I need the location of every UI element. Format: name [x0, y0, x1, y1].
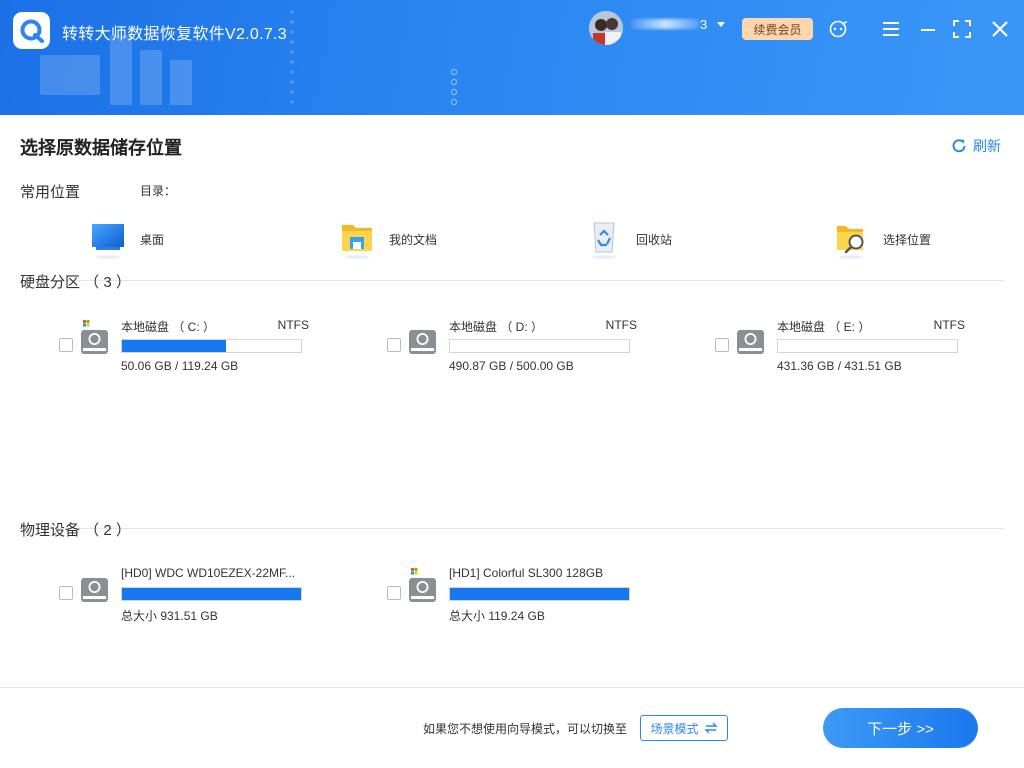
quick-location-recycle-bin[interactable]: 回收站 — [586, 218, 672, 260]
partition-size: 50.06 GB / 119.24 GB — [121, 359, 239, 373]
page-title: 选择原数据储存位置 — [20, 138, 182, 158]
app-title: 转转大师数据恢复软件V2.0.7.3 — [62, 26, 288, 43]
partition-usage-bar — [121, 339, 302, 353]
title-bar: 转转大师数据恢复软件V2.0.7.3 3 续费会员 — [0, 0, 1024, 115]
device-name: [HD1] Colorful SL300 128GB — [449, 566, 604, 580]
quick-location-label: 我的文档 — [389, 232, 438, 247]
partition-item[interactable]: 本地磁盘 （ C: ） NTFS 50.06 GB / 119.24 GB — [59, 318, 309, 378]
partition-filesystem: NTFS — [277, 318, 309, 332]
documents-folder-icon — [339, 218, 375, 260]
username-masked — [630, 19, 700, 29]
quick-location-documents[interactable]: 我的文档 — [339, 218, 437, 260]
partition-checkbox[interactable] — [59, 338, 73, 352]
avatar-image — [589, 11, 623, 45]
partitions-title: 硬盘分区 （ 3 ） — [20, 274, 131, 291]
refresh-icon — [952, 139, 966, 153]
device-size: 总大小 931.51 GB — [121, 609, 218, 623]
customer-service-icon[interactable] — [829, 20, 847, 38]
hard-disk-icon — [737, 330, 764, 354]
partition-name: 本地磁盘 （ C: ） — [121, 320, 216, 334]
menu-icon[interactable] — [882, 20, 900, 38]
device-usage-fill — [122, 588, 301, 600]
footer-divider — [0, 687, 1024, 688]
divider — [20, 528, 1004, 529]
device-size: 总大小 119.24 GB — [449, 609, 545, 623]
device-checkbox[interactable] — [387, 586, 401, 600]
partition-checkbox[interactable] — [715, 338, 729, 352]
physical-device-item[interactable]: [HD1] Colorful SL300 128GB 总大小 119.24 GB — [387, 566, 637, 626]
app-logo — [13, 12, 50, 49]
next-step-button[interactable]: 下一步 >> — [823, 708, 978, 748]
device-usage-bar — [449, 587, 630, 601]
renew-vip-button[interactable]: 续费会员 — [742, 18, 813, 40]
hard-disk-icon — [81, 578, 108, 602]
device-checkbox[interactable] — [59, 586, 73, 600]
footer-hint: 如果您不想使用向导模式，可以切换至 — [423, 722, 628, 736]
close-icon[interactable] — [991, 20, 1009, 38]
physical-device-item[interactable]: [HD0] WDC WD10EZEX-22MF... 总大小 931.51 GB — [59, 566, 309, 626]
quick-location-label: 选择位置 — [883, 232, 932, 247]
hard-disk-icon — [409, 568, 436, 602]
directory-label: 目录： — [140, 184, 177, 198]
common-locations-title: 常用位置 — [20, 184, 81, 201]
partition-filesystem: NTFS — [933, 318, 965, 332]
hard-disk-icon — [81, 320, 108, 354]
partition-name: 本地磁盘 （ E: ） — [777, 320, 871, 334]
device-name: [HD0] WDC WD10EZEX-22MF... — [121, 566, 296, 580]
partition-filesystem: NTFS — [605, 318, 637, 332]
scene-mode-label: 场景模式 — [650, 721, 699, 736]
avatar[interactable] — [589, 11, 623, 45]
app-logo-icon — [20, 19, 44, 43]
scene-mode-button[interactable]: 场景模式 — [640, 715, 728, 741]
physical-devices-title: 物理设备 （ 2 ） — [20, 522, 131, 539]
partition-usage-fill — [122, 340, 226, 352]
maximize-icon[interactable] — [953, 20, 971, 38]
device-usage-fill — [450, 588, 629, 600]
quick-location-choose[interactable]: 选择位置 — [833, 218, 931, 260]
refresh-button[interactable]: 刷新 — [951, 136, 1001, 156]
partition-usage-bar — [777, 339, 958, 353]
minimize-icon[interactable] — [919, 20, 937, 38]
quick-location-desktop[interactable]: 桌面 — [90, 218, 164, 260]
header-decoration — [40, 10, 458, 106]
divider — [20, 280, 1004, 281]
username[interactable]: 3 — [630, 17, 710, 31]
recycle-bin-icon — [586, 218, 622, 260]
chevron-down-icon[interactable] — [716, 21, 726, 29]
partition-checkbox[interactable] — [387, 338, 401, 352]
refresh-label: 刷新 — [973, 138, 1001, 154]
partition-usage-bar — [449, 339, 630, 353]
device-usage-bar — [121, 587, 302, 601]
quick-location-label: 回收站 — [636, 232, 673, 247]
partition-size: 431.36 GB / 431.51 GB — [777, 359, 902, 373]
partition-item[interactable]: 本地磁盘 （ D: ） NTFS 490.87 GB / 500.00 GB — [387, 318, 637, 378]
hard-disk-icon — [409, 330, 436, 354]
choose-location-icon — [833, 218, 869, 260]
swap-icon — [703, 722, 718, 734]
quick-location-label: 桌面 — [140, 232, 165, 247]
partition-name: 本地磁盘 （ D: ） — [449, 320, 544, 334]
partition-size: 490.87 GB / 500.00 GB — [449, 359, 574, 373]
partition-item[interactable]: 本地磁盘 （ E: ） NTFS 431.36 GB / 431.51 GB — [715, 318, 965, 378]
desktop-icon — [90, 218, 126, 260]
username-suffix: 3 — [700, 17, 708, 31]
